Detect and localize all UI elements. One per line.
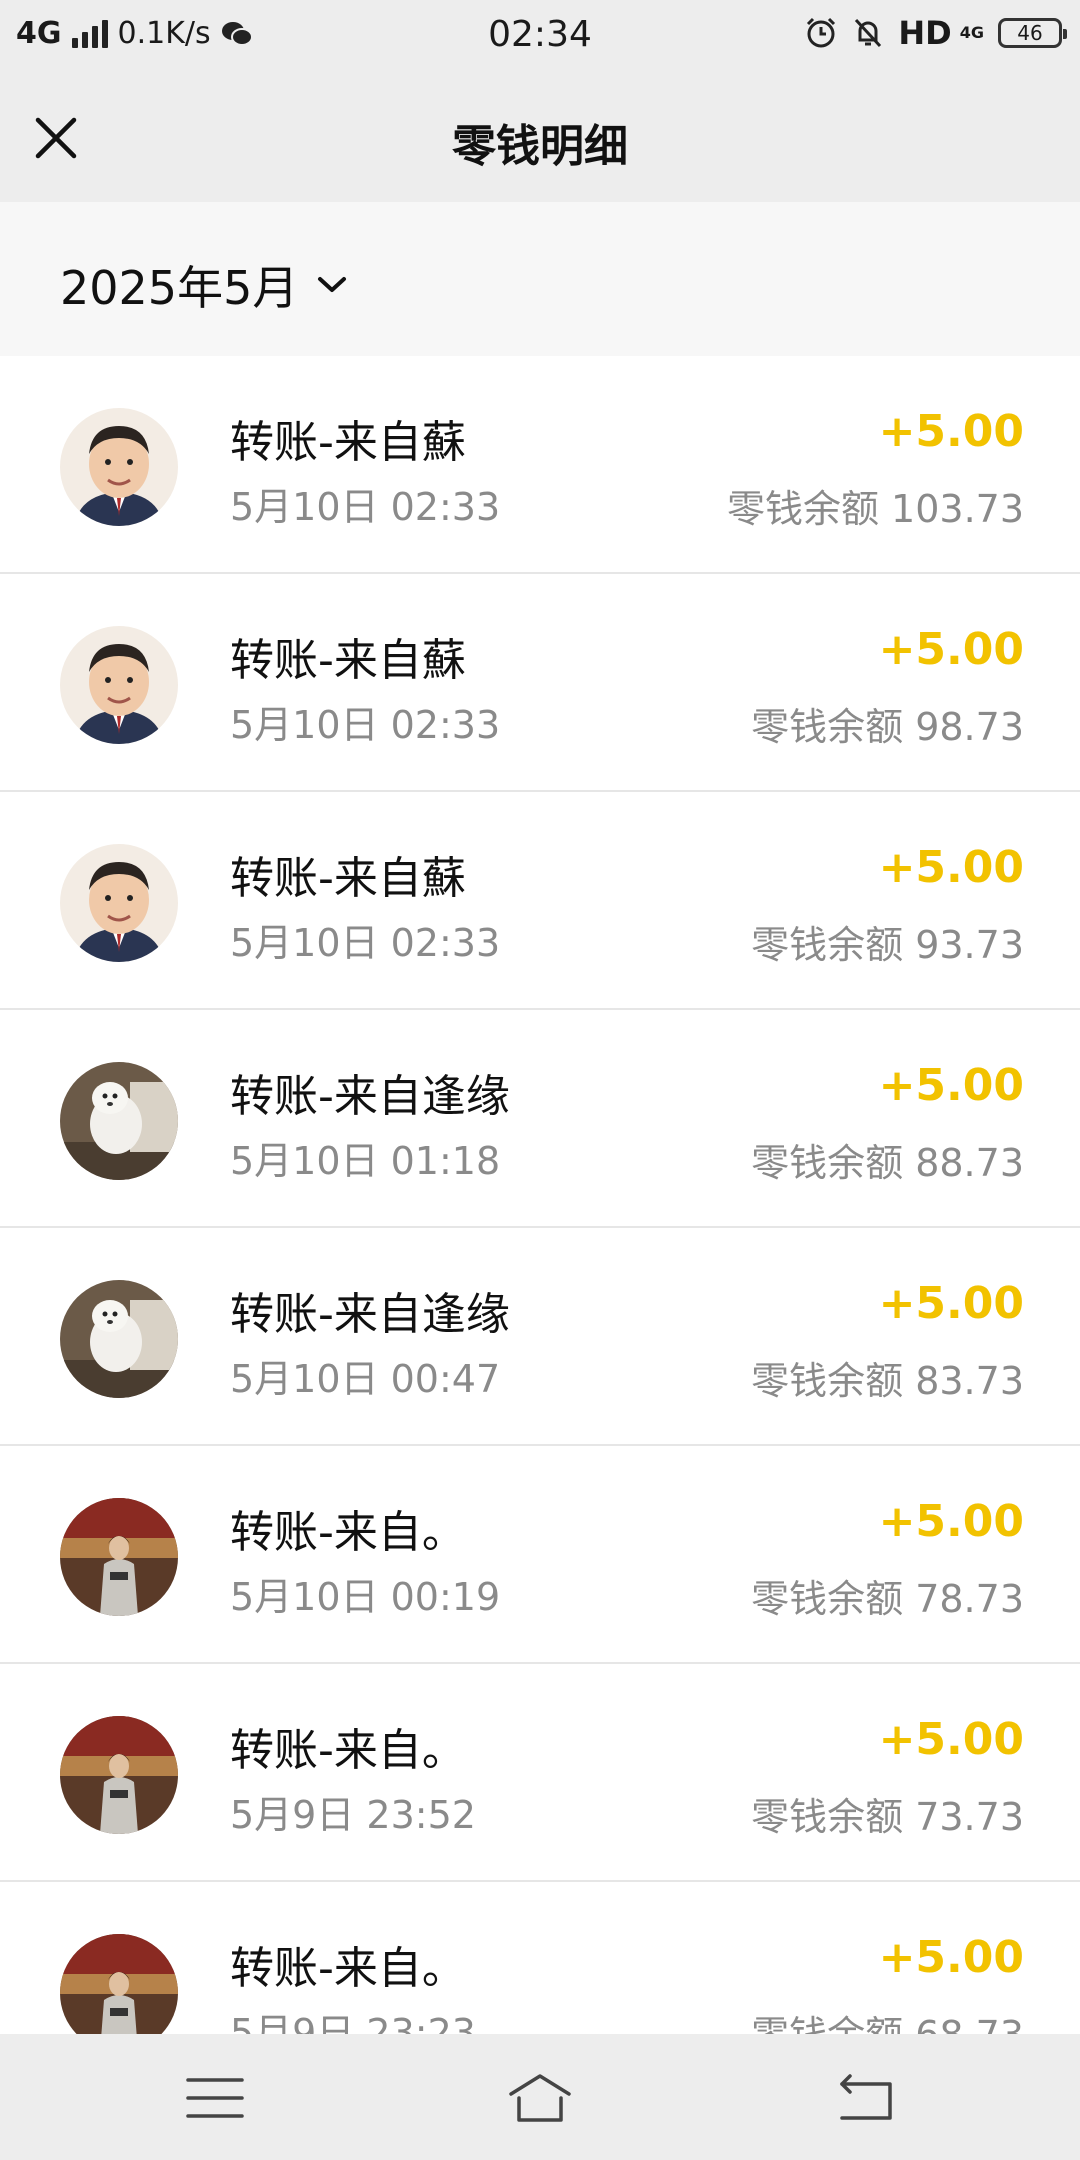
transaction-title: 转账-来自逢缘 — [230, 1289, 510, 1340]
transaction-row[interactable]: 转账-来自蘇 5月10日 02:33 +5.00 零钱余额 103.73 — [0, 356, 1080, 574]
transaction-title: 转账-来自蘇 — [230, 853, 466, 904]
home-icon[interactable] — [505, 2070, 575, 2126]
avatar — [60, 1716, 178, 1834]
balance-after: 零钱余额 78.73 — [751, 1577, 1024, 1621]
transaction-list: 转账-来自蘇 5月10日 02:33 +5.00 零钱余额 103.73 转账-来自蘇 5… — [0, 356, 1080, 2100]
transaction-time: 5月10日 00:47 — [230, 1357, 501, 1401]
transaction-time: 5月10日 02:33 — [230, 485, 501, 529]
avatar — [60, 1280, 178, 1398]
status-bar: 4G 0.1K/s 02:34 HD 4G 46 — [0, 0, 1080, 72]
nav-bar: 零钱明细 — [0, 72, 1080, 202]
transaction-amount: +5.00 — [878, 624, 1024, 675]
menu-icon[interactable] — [180, 2070, 250, 2126]
transaction-title: 转账-来自。 — [230, 1507, 466, 1558]
transaction-amount: +5.00 — [878, 406, 1024, 457]
alarm-icon — [807, 17, 836, 48]
transaction-time: 5月10日 02:33 — [230, 921, 501, 965]
screen: 4G 0.1K/s 02:34 HD 4G 46 零钱明细 2025年5月 转账… — [0, 0, 1080, 2160]
battery-icon: 46 — [998, 18, 1067, 48]
chevron-down-icon — [318, 277, 347, 292]
transaction-row[interactable]: 转账-来自蘇 5月10日 02:33 +5.00 零钱余额 98.73 — [0, 574, 1080, 792]
transaction-time: 5月10日 00:19 — [230, 1575, 501, 1619]
transaction-amount: +5.00 — [878, 842, 1024, 893]
transaction-time: 5月10日 02:33 — [230, 703, 501, 747]
balance-after: 零钱余额 83.73 — [751, 1359, 1024, 1403]
transaction-time: 5月9日 23:52 — [230, 1793, 476, 1837]
balance-after: 零钱余额 73.73 — [751, 1795, 1024, 1839]
transaction-title: 转账-来自蘇 — [230, 635, 466, 686]
transaction-row[interactable]: 转账-来自。 5月10日 00:19 +5.00 零钱余额 78.73 — [0, 1446, 1080, 1664]
transaction-title: 转账-来自。 — [230, 1943, 466, 1994]
balance-after: 零钱余额 93.73 — [751, 923, 1024, 967]
hd-indicator: HD — [898, 14, 952, 52]
transaction-time: 5月10日 01:18 — [230, 1139, 501, 1183]
transaction-title: 转账-来自蘇 — [230, 417, 466, 468]
avatar — [60, 626, 178, 744]
avatar — [60, 844, 178, 962]
network-small: 4G — [959, 23, 984, 42]
page-title: 零钱明细 — [452, 121, 628, 172]
balance-after: 零钱余额 103.73 — [726, 487, 1024, 531]
status-right: HD 4G 46 — [804, 14, 1067, 52]
month-label: 2025年5月 — [60, 261, 299, 315]
mute-bell-icon — [855, 18, 882, 48]
transaction-amount: +5.00 — [878, 1060, 1024, 1111]
transaction-amount: +5.00 — [878, 1496, 1024, 1547]
balance-after: 零钱余额 98.73 — [751, 705, 1024, 749]
avatar — [60, 408, 178, 526]
avatar — [60, 1062, 178, 1180]
transaction-row[interactable]: 转账-来自逢缘 5月10日 01:18 +5.00 零钱余额 88.73 — [0, 1010, 1080, 1228]
month-filter-bar: 2025年5月 — [0, 202, 1080, 356]
transaction-amount: +5.00 — [878, 1714, 1024, 1765]
transaction-title: 转账-来自。 — [230, 1725, 466, 1776]
transaction-title: 转账-来自逢缘 — [230, 1071, 510, 1122]
transaction-amount: +5.00 — [878, 1278, 1024, 1329]
system-nav-bar — [0, 2034, 1080, 2160]
transaction-row[interactable]: 转账-来自逢缘 5月10日 00:47 +5.00 零钱余额 83.73 — [0, 1228, 1080, 1446]
transaction-row[interactable]: 转账-来自。 5月9日 23:52 +5.00 零钱余额 73.73 — [0, 1664, 1080, 1882]
balance-after: 零钱余额 88.73 — [751, 1141, 1024, 1185]
transaction-row[interactable]: 转账-来自蘇 5月10日 02:33 +5.00 零钱余额 93.73 — [0, 792, 1080, 1010]
transaction-amount: +5.00 — [878, 1932, 1024, 1983]
avatar — [60, 1498, 178, 1616]
back-icon[interactable] — [830, 2070, 900, 2126]
month-selector[interactable]: 2025年5月 — [60, 252, 348, 318]
